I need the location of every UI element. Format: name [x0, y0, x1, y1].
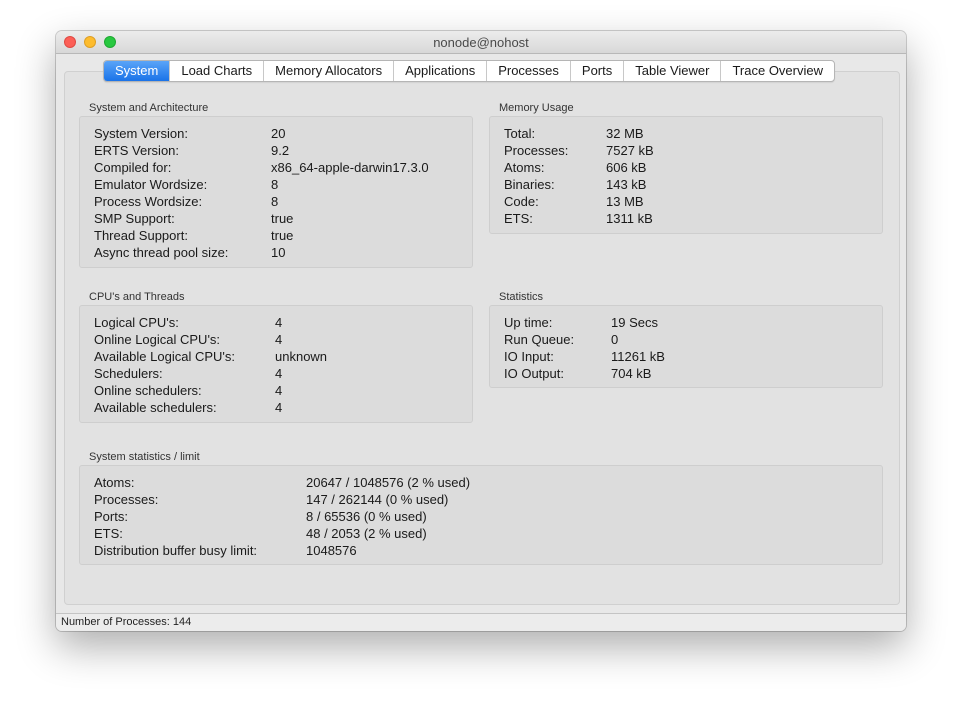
process-wordsize-label: Process Wordsize:: [94, 194, 203, 209]
async-pool-value: 10: [271, 245, 286, 260]
run-queue-value: 0: [611, 332, 619, 347]
logical-cpus-value: 4: [275, 315, 283, 330]
memory-total-label: Total:: [504, 126, 536, 141]
thread-support-value: true: [271, 228, 294, 243]
observer-window: nonode@nohost System Load Charts Memory …: [56, 31, 906, 631]
limit-atoms-value: 20647 / 1048576 (2 % used): [306, 475, 471, 490]
tab-ports[interactable]: Ports: [569, 61, 623, 81]
online-logical-cpus-label: Online Logical CPU's:: [94, 332, 221, 347]
emulator-wordsize-label: Emulator Wordsize:: [94, 177, 208, 192]
smp-support-label: SMP Support:: [94, 211, 175, 226]
tab-memory-allocators[interactable]: Memory Allocators: [263, 61, 393, 81]
compiled-for-label: Compiled for:: [94, 160, 172, 175]
memory-total-value: 32 MB: [606, 126, 644, 141]
tab-processes[interactable]: Processes: [486, 61, 570, 81]
memory-ets-value: 1311 kB: [606, 211, 653, 226]
memory-processes-value: 7527 kB: [606, 143, 654, 158]
memory-atoms-label: Atoms:: [504, 160, 545, 175]
system-version-label: System Version:: [94, 126, 188, 141]
memory-binaries-label: Binaries:: [504, 177, 555, 192]
io-output-value: 704 kB: [611, 366, 652, 381]
online-schedulers-value: 4: [275, 383, 283, 398]
thread-support-label: Thread Support:: [94, 228, 188, 243]
erts-version-value: 9.2: [271, 143, 290, 158]
io-input-label: IO Input:: [504, 349, 554, 364]
tab-bar: System Load Charts Memory Allocators App…: [103, 60, 835, 82]
memory-code-value: 13 MB: [606, 194, 644, 209]
tab-table-viewer[interactable]: Table Viewer: [623, 61, 720, 81]
limit-ports-value: 8 / 65536 (0 % used): [306, 509, 427, 524]
emulator-wordsize-value: 8: [271, 177, 279, 192]
limits-title: System statistics / limit: [89, 451, 200, 463]
statistics-title: Statistics: [499, 291, 544, 303]
limit-processes-value: 147 / 262144 (0 % used): [306, 492, 449, 507]
limit-atoms-label: Atoms:: [94, 475, 135, 490]
run-queue-label: Run Queue:: [504, 332, 575, 347]
memory-usage-panel: [489, 116, 883, 234]
system-version-value: 20: [271, 126, 286, 141]
available-logical-cpus-value: unknown: [275, 349, 328, 364]
dist-buffer-label: Distribution buffer busy limit:: [94, 543, 258, 558]
uptime-label: Up time:: [504, 315, 553, 330]
memory-ets-label: ETS:: [504, 211, 533, 226]
status-bar: Number of Processes: 144: [56, 613, 906, 631]
online-schedulers-label: Online schedulers:: [94, 383, 202, 398]
erts-version-label: ERTS Version:: [94, 143, 180, 158]
online-logical-cpus-value: 4: [275, 332, 283, 347]
tab-system[interactable]: System: [104, 61, 170, 81]
limit-ets-value: 48 / 2053 (2 % used): [306, 526, 427, 541]
available-schedulers-value: 4: [275, 400, 283, 415]
title-bar[interactable]: nonode@nohost: [56, 31, 906, 54]
smp-support-value: true: [271, 211, 294, 226]
limit-processes-label: Processes:: [94, 492, 159, 507]
io-output-label: IO Output:: [504, 366, 564, 381]
schedulers-value: 4: [275, 366, 283, 381]
memory-usage-title: Memory Usage: [499, 102, 574, 114]
uptime-value: 19 Secs: [611, 315, 658, 330]
limit-ets-label: ETS:: [94, 526, 123, 541]
cpu-threads-title: CPU's and Threads: [89, 291, 185, 303]
process-wordsize-value: 8: [271, 194, 279, 209]
async-pool-label: Async thread pool size:: [94, 245, 229, 260]
logical-cpus-label: Logical CPU's:: [94, 315, 179, 330]
window-title: nonode@nohost: [433, 35, 529, 50]
dist-buffer-value: 1048576: [306, 543, 357, 558]
io-input-value: 11261 kB: [611, 349, 665, 364]
compiled-for-value: x86_64-apple-darwin17.3.0: [271, 160, 429, 175]
available-schedulers-label: Available schedulers:: [94, 400, 217, 415]
process-count-status: Number of Processes: 144: [61, 616, 192, 628]
tab-trace-overview[interactable]: Trace Overview: [720, 61, 834, 81]
limit-ports-label: Ports:: [94, 509, 128, 524]
available-logical-cpus-label: Available Logical CPU's:: [94, 349, 235, 364]
tab-applications[interactable]: Applications: [393, 61, 486, 81]
memory-processes-label: Processes:: [504, 143, 569, 158]
tab-load-charts[interactable]: Load Charts: [169, 61, 263, 81]
schedulers-label: Schedulers:: [94, 366, 163, 381]
memory-atoms-value: 606 kB: [606, 160, 647, 175]
system-arch-title: System and Architecture: [89, 102, 209, 114]
memory-binaries-value: 143 kB: [606, 177, 647, 192]
memory-code-label: Code:: [504, 194, 539, 209]
